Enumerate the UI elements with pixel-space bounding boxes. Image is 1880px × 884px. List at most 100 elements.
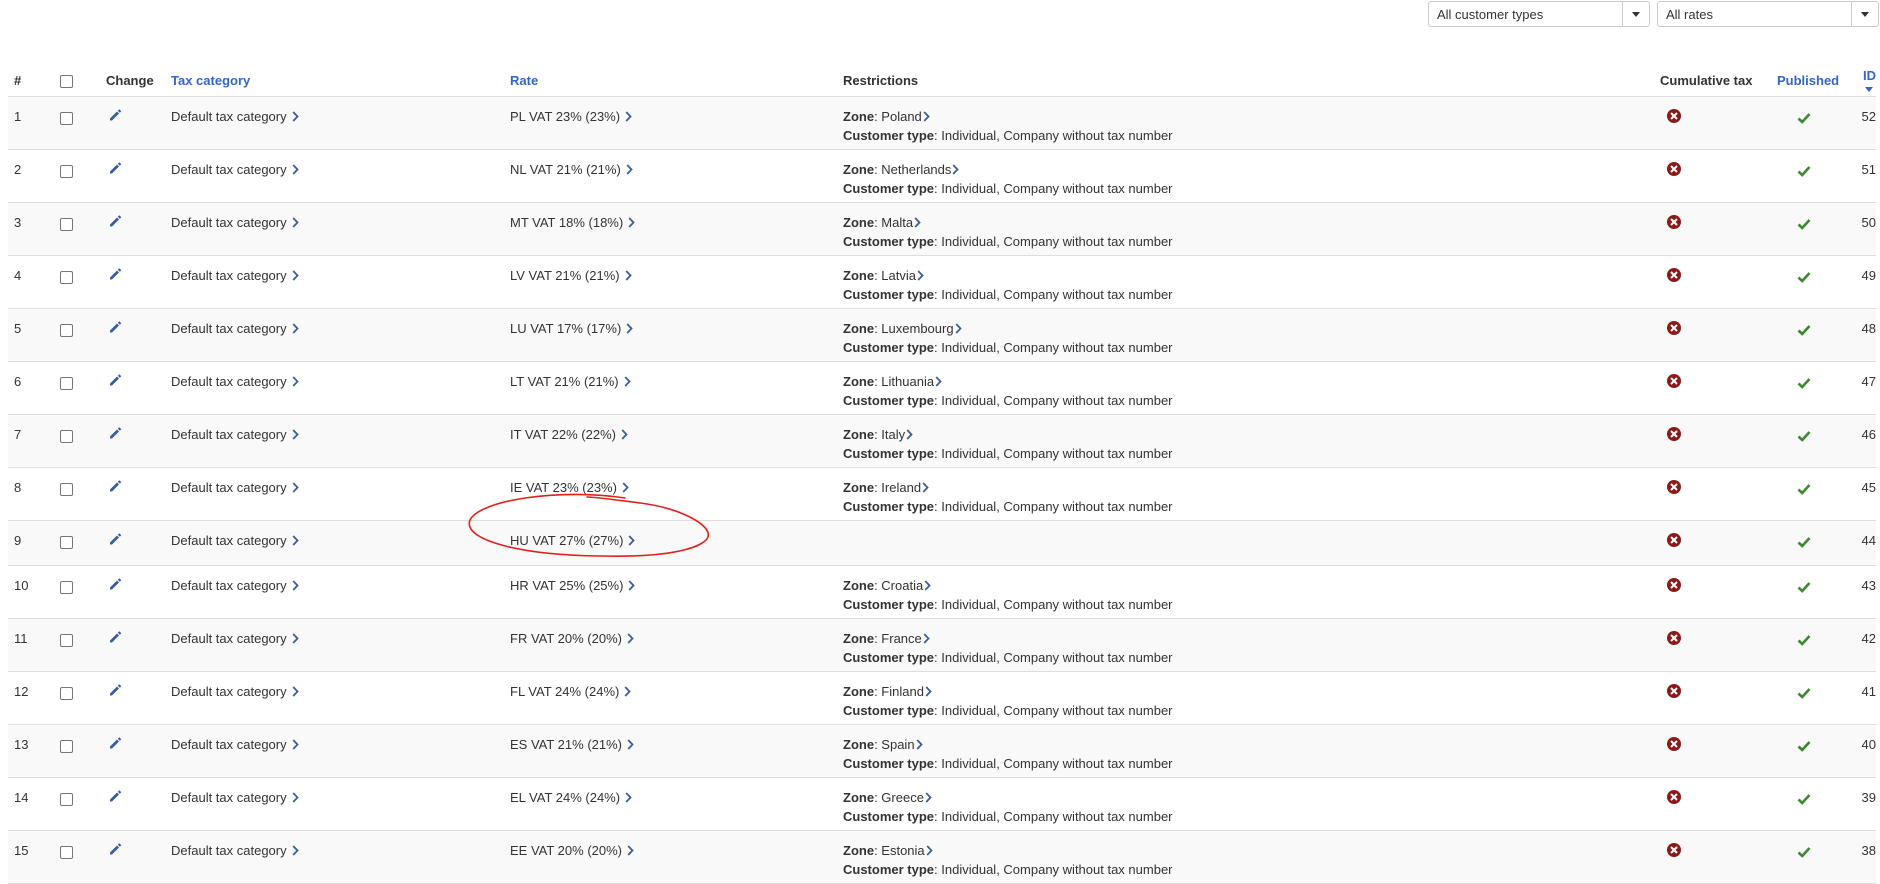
check-icon[interactable] [1796,579,1812,595]
check-icon[interactable] [1796,110,1812,126]
chevron-right-icon[interactable] [627,737,634,755]
row-checkbox[interactable] [60,634,73,647]
cross-circle-icon[interactable] [1666,161,1682,177]
zone-value[interactable]: Croatia [881,578,923,593]
pencil-icon[interactable] [108,479,122,498]
cross-circle-icon[interactable] [1666,842,1682,858]
pencil-icon[interactable] [108,789,122,808]
row-checkbox[interactable] [60,377,73,390]
tax-category-link[interactable]: Default tax category [171,578,287,593]
pencil-icon[interactable] [108,842,122,861]
pencil-icon[interactable] [108,683,122,702]
pencil-icon[interactable] [108,108,122,127]
chevron-right-icon[interactable] [922,480,929,498]
chevron-right-icon[interactable] [626,321,634,339]
zone-value[interactable]: Ireland [881,480,921,495]
row-checkbox[interactable] [60,112,73,125]
chevron-right-icon[interactable] [292,321,299,339]
rate-link[interactable]: EE VAT 20% (20%) [510,843,622,858]
cross-circle-icon[interactable] [1666,736,1682,752]
tax-category-link[interactable]: Default tax category [171,737,287,752]
column-tax-category[interactable]: Tax category [171,40,510,97]
check-icon[interactable] [1796,481,1812,497]
row-checkbox[interactable] [60,430,73,443]
cross-circle-icon[interactable] [1666,630,1682,646]
check-icon[interactable] [1796,269,1812,285]
chevron-right-icon[interactable] [926,843,933,861]
chevron-right-icon[interactable] [916,737,923,755]
chevron-right-icon[interactable] [628,215,635,233]
rate-link[interactable]: IE VAT 23% (23%) [510,480,617,495]
chevron-right-icon[interactable] [914,215,921,233]
row-checkbox[interactable] [60,740,73,753]
cross-circle-icon[interactable] [1666,683,1682,699]
row-checkbox[interactable] [60,218,73,231]
tax-category-link[interactable]: Default tax category [171,843,287,858]
row-checkbox[interactable] [60,846,73,859]
zone-value[interactable]: Poland [881,109,921,124]
cross-circle-icon[interactable] [1666,267,1682,283]
chevron-right-icon[interactable] [624,374,631,392]
tax-category-link[interactable]: Default tax category [171,374,287,389]
chevron-right-icon[interactable] [952,162,960,180]
rate-filter[interactable]: All rates [1657,1,1879,27]
cross-circle-icon[interactable] [1666,373,1682,389]
chevron-right-icon[interactable] [955,321,962,339]
chevron-right-icon[interactable] [923,631,930,649]
pencil-icon[interactable] [108,577,122,596]
zone-value[interactable]: Latvia [881,268,916,283]
column-rate[interactable]: Rate [510,40,843,97]
chevron-right-icon[interactable] [627,631,634,649]
rate-link[interactable]: EL VAT 24% (24%) [510,790,620,805]
chevron-right-icon[interactable] [625,790,632,808]
zone-value[interactable]: Malta [881,215,913,230]
row-checkbox[interactable] [60,536,73,549]
rate-link[interactable]: LT VAT 21% (21%) [510,374,619,389]
chevron-right-icon[interactable] [292,374,299,392]
zone-value[interactable]: Netherlands [881,162,951,177]
tax-category-link[interactable]: Default tax category [171,162,287,177]
chevron-right-icon[interactable] [628,533,636,551]
tax-category-link[interactable]: Default tax category [171,533,287,548]
rate-link[interactable]: IT VAT 22% (22%) [510,427,616,442]
pencil-icon[interactable] [108,267,122,286]
chevron-right-icon[interactable] [624,684,632,702]
tax-category-link[interactable]: Default tax category [171,427,287,442]
column-id[interactable]: ID [1850,40,1876,97]
chevron-right-icon[interactable] [925,790,932,808]
tax-category-link[interactable]: Default tax category [171,684,287,699]
row-checkbox[interactable] [60,483,73,496]
rate-link[interactable]: LU VAT 17% (17%) [510,321,621,336]
pencil-icon[interactable] [108,426,122,445]
zone-value[interactable]: France [881,631,921,646]
check-icon[interactable] [1796,632,1812,648]
tax-category-link[interactable]: Default tax category [171,215,287,230]
check-icon[interactable] [1796,738,1812,754]
chevron-right-icon[interactable] [292,109,299,127]
pencil-icon[interactable] [108,736,122,755]
zone-value[interactable]: Greece [881,790,924,805]
row-checkbox[interactable] [60,324,73,337]
cross-circle-icon[interactable] [1666,214,1682,230]
chevron-right-icon[interactable] [626,162,633,180]
column-published[interactable]: Published [1777,40,1850,97]
zone-value[interactable]: Italy [881,427,905,442]
check-icon[interactable] [1796,322,1812,338]
row-checkbox[interactable] [60,793,73,806]
zone-value[interactable]: Estonia [881,843,924,858]
chevron-right-icon[interactable] [292,215,299,233]
chevron-right-icon[interactable] [292,427,299,445]
check-icon[interactable] [1796,685,1812,701]
chevron-right-icon[interactable] [906,427,913,445]
chevron-right-icon[interactable] [625,268,632,286]
customer-type-filter[interactable]: All customer types [1428,1,1650,27]
rate-link[interactable]: FR VAT 20% (20%) [510,631,622,646]
zone-value[interactable]: Lithuania [881,374,934,389]
chevron-right-icon[interactable] [924,578,931,596]
chevron-right-icon[interactable] [627,843,634,861]
rate-link[interactable]: NL VAT 21% (21%) [510,162,621,177]
row-checkbox[interactable] [60,165,73,178]
cross-circle-icon[interactable] [1666,532,1682,548]
cross-circle-icon[interactable] [1666,108,1682,124]
cross-circle-icon[interactable] [1666,320,1682,336]
